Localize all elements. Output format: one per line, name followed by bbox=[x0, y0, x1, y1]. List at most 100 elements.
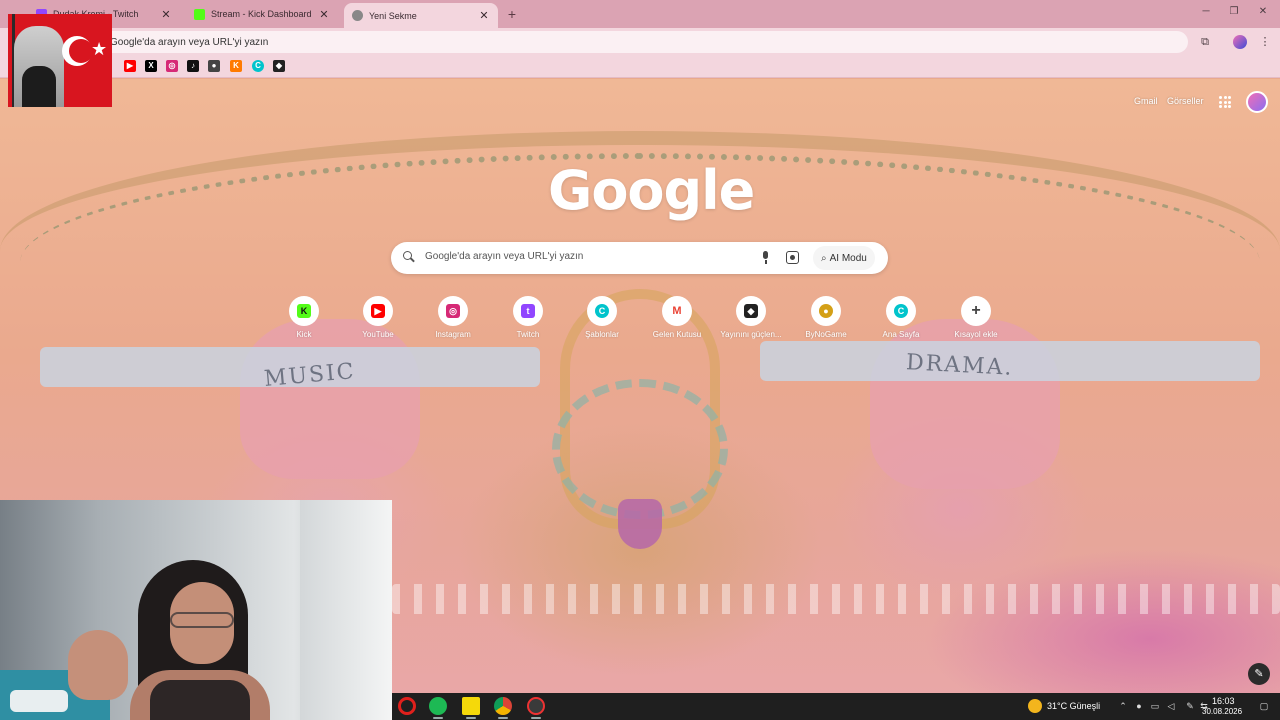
menu-kebab-icon[interactable]: ⋮ bbox=[1258, 35, 1272, 49]
bookmark-instagram-icon[interactable]: ◎ bbox=[166, 60, 178, 72]
browser-toolbar: Google'da arayın veya URL'yi yazın ⧉ ⋮ bbox=[0, 28, 1280, 56]
webcam-person-glasses bbox=[170, 612, 234, 628]
obs-icon[interactable] bbox=[527, 697, 545, 715]
google-apps-icon[interactable] bbox=[1219, 96, 1231, 108]
microphone-icon[interactable] bbox=[761, 251, 770, 264]
customize-pencil-icon[interactable]: ✎ bbox=[1248, 663, 1270, 685]
ataturk-portrait bbox=[14, 26, 64, 107]
address-bar[interactable]: Google'da arayın veya URL'yi yazın bbox=[100, 31, 1188, 53]
shortcut-label: Şablonlar bbox=[585, 330, 619, 339]
close-window-icon[interactable]: ✕ bbox=[1256, 6, 1270, 17]
bookmarks-bar: ▶ X ◎ ♪ ● K C ◆ bbox=[0, 56, 1280, 78]
kick-favicon-icon bbox=[194, 8, 205, 20]
tab-kick-dashboard[interactable]: Stream - Kick Dashboard ✕ bbox=[186, 3, 338, 25]
sticky-notes-running-indicator bbox=[466, 717, 476, 719]
search-icon bbox=[403, 251, 415, 263]
turkish-flag-ataturk-overlay: ★ bbox=[8, 14, 112, 107]
ai-search-icon: ⌕ bbox=[821, 252, 827, 264]
canva-icon: C bbox=[595, 304, 609, 318]
shortcut-label: Kick bbox=[296, 330, 312, 339]
bookmark-kofi-icon[interactable]: K bbox=[230, 60, 242, 72]
add-icon: + bbox=[969, 303, 983, 319]
address-bar-placeholder: Google'da arayın veya URL'yi yazın bbox=[110, 36, 269, 48]
ai-mode-label: AI Modu bbox=[829, 252, 867, 264]
extensions-icon[interactable]: ⧉ bbox=[1198, 35, 1212, 49]
clock-date[interactable]: 30.08.2026 bbox=[1202, 707, 1242, 716]
close-icon[interactable]: ✕ bbox=[318, 8, 330, 21]
twitch-icon: t bbox=[521, 304, 535, 318]
bookmark-botrix-icon[interactable]: ● bbox=[208, 60, 220, 72]
star-icon: ★ bbox=[91, 39, 108, 59]
images-link[interactable]: Görseller bbox=[1167, 96, 1204, 106]
shortcut-inbox[interactable]: M Gelen Kutusu bbox=[644, 296, 710, 339]
chrome-running-indicator bbox=[498, 717, 508, 719]
profile-icon[interactable] bbox=[1233, 35, 1247, 49]
bookmark-streamelements-icon[interactable]: ◆ bbox=[273, 60, 285, 72]
shortcut-boost-stream[interactable]: ◆ Yayınını güçlen... bbox=[718, 296, 784, 339]
microphone-tray-icon[interactable]: ● bbox=[1133, 700, 1145, 712]
bookmark-youtube-icon[interactable]: ▶ bbox=[124, 60, 136, 72]
volume-icon[interactable]: ◁ bbox=[1165, 700, 1177, 712]
search-input[interactable]: Google'da arayın veya URL'yi yazın bbox=[425, 251, 583, 262]
shortcut-label: ByNoGame bbox=[805, 330, 847, 339]
weather-text[interactable]: 31°C Güneşli bbox=[1047, 701, 1100, 711]
crescent-icon bbox=[62, 36, 93, 66]
sticky-notes-icon[interactable] bbox=[462, 697, 480, 715]
ai-mode-button[interactable]: ⌕ AI Modu bbox=[813, 246, 875, 270]
shortcut-twitch[interactable]: t Twitch bbox=[495, 296, 561, 339]
streamelements-icon: ◆ bbox=[744, 304, 758, 318]
spotify-running-indicator bbox=[433, 717, 443, 719]
tray-chevron-icon[interactable]: ⌃ bbox=[1117, 700, 1129, 712]
doodle-wreath bbox=[552, 379, 728, 519]
shortcut-kick[interactable]: K Kick bbox=[271, 296, 337, 339]
shortcut-instagram[interactable]: ◎ Instagram bbox=[420, 296, 486, 339]
tab-title: Stream - Kick Dashboard bbox=[211, 9, 312, 19]
doodle-muse-left bbox=[240, 319, 420, 479]
close-icon[interactable]: ✕ bbox=[478, 9, 490, 22]
google-lens-icon[interactable] bbox=[786, 251, 799, 264]
google-logo[interactable]: Google bbox=[548, 159, 755, 222]
search-box[interactable]: Google'da arayın veya URL'yi yazın ⌕ AI … bbox=[391, 242, 888, 274]
shortcut-label: YouTube bbox=[362, 330, 394, 339]
shortcut-label: Instagram bbox=[435, 330, 471, 339]
clock-time[interactable]: 16:03 bbox=[1212, 696, 1235, 706]
instagram-icon: ◎ bbox=[446, 304, 460, 318]
gmail-icon: M bbox=[670, 304, 684, 318]
shortcut-add[interactable]: + Kısayol ekle bbox=[943, 296, 1009, 339]
chrome-icon[interactable] bbox=[494, 697, 512, 715]
close-icon[interactable]: ✕ bbox=[160, 8, 172, 21]
bookmark-tiktok-icon[interactable]: ♪ bbox=[187, 60, 199, 72]
notifications-icon[interactable]: ▢ bbox=[1258, 700, 1270, 712]
shortcut-label: Twitch bbox=[516, 330, 540, 339]
restore-icon[interactable]: ❐ bbox=[1227, 6, 1241, 17]
webcam-person-hand bbox=[68, 630, 128, 700]
minimize-icon[interactable]: ─ bbox=[1199, 6, 1213, 17]
pen-icon[interactable]: ✎ bbox=[1184, 700, 1196, 712]
webcam-overlay bbox=[0, 500, 392, 720]
webcam-pillow bbox=[10, 690, 68, 712]
account-avatar[interactable] bbox=[1246, 91, 1268, 113]
new-tab-button[interactable]: + bbox=[503, 5, 521, 23]
network-icon[interactable]: ▭ bbox=[1149, 700, 1161, 712]
shortcut-label: Kısayol ekle bbox=[954, 330, 998, 339]
shortcut-youtube[interactable]: ▶ YouTube bbox=[345, 296, 411, 339]
kick-icon: K bbox=[297, 304, 311, 318]
shortcut-bynogame[interactable]: ● ByNoGame bbox=[793, 296, 859, 339]
shortcut-home[interactable]: C Ana Sayfa bbox=[868, 296, 934, 339]
new-tab-favicon-icon bbox=[352, 10, 363, 21]
tab-new-tab[interactable]: Yeni Sekme ✕ bbox=[344, 3, 498, 28]
tab-title: Yeni Sekme bbox=[369, 10, 417, 21]
shortcut-label: Yayınını güçlen... bbox=[720, 330, 782, 339]
weather-sun-icon[interactable] bbox=[1028, 699, 1042, 713]
doodle-gem bbox=[618, 499, 662, 549]
taskbar: 31°C Güneşli ⌃ ● ▭ ◁ ✎ ⇆ 16:03 30.08.202… bbox=[392, 693, 1280, 720]
shortcut-templates[interactable]: C Şablonlar bbox=[569, 296, 635, 339]
bookmark-canva-icon[interactable]: C bbox=[252, 60, 264, 72]
shortcut-label: Gelen Kutusu bbox=[652, 330, 702, 339]
spotify-icon[interactable] bbox=[429, 697, 447, 715]
youtube-icon: ▶ bbox=[371, 304, 385, 318]
opera-icon[interactable] bbox=[398, 697, 416, 715]
gmail-link[interactable]: Gmail bbox=[1134, 96, 1158, 106]
webcam-person-top bbox=[150, 680, 250, 720]
bookmark-x-icon[interactable]: X bbox=[145, 60, 157, 72]
